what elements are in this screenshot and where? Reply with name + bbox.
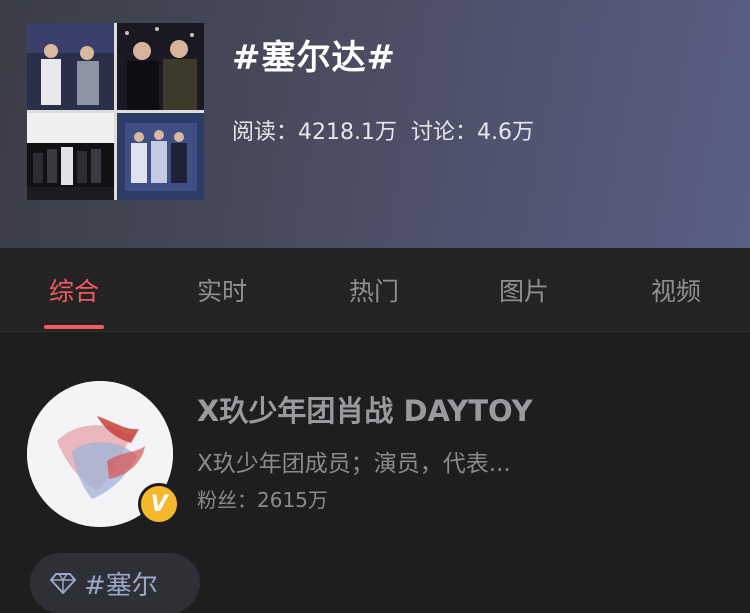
reads-label: 阅读： bbox=[232, 120, 299, 145]
reads-value: 4218.1万 bbox=[298, 120, 397, 145]
diamond-icon bbox=[50, 573, 76, 594]
tab-videos[interactable]: 视频 bbox=[621, 248, 731, 331]
collage-photo-2 bbox=[117, 23, 204, 110]
collage-photo-1 bbox=[27, 23, 114, 110]
tab-realtime[interactable]: 实时 bbox=[167, 248, 277, 331]
user-card[interactable]: V X玖少年团肖战 DAYTOY X玖少年团成员；演员，代表... 粉丝：261… bbox=[0, 332, 750, 613]
user-name[interactable]: X玖少年团肖战 DAYTOY bbox=[197, 388, 533, 430]
topic-stats: 阅读：4218.1万 讨论：4.6万 bbox=[232, 114, 534, 146]
user-bio: X玖少年团成员；演员，代表... bbox=[197, 451, 511, 477]
user-fans: 粉丝：2615万 bbox=[197, 484, 328, 513]
tab-bar: 综合 实时 热门 图片 视频 bbox=[0, 248, 750, 332]
topic-title: #塞尔达# bbox=[232, 38, 396, 78]
topic-chip-label: #塞尔 bbox=[84, 570, 158, 601]
fans-value: 2615万 bbox=[257, 488, 328, 512]
discuss-label: 讨论： bbox=[411, 120, 478, 145]
topic-header: #塞尔达# 阅读：4218.1万 讨论：4.6万 bbox=[0, 0, 750, 248]
topic-image-collage[interactable] bbox=[27, 23, 204, 200]
collage-photo-3 bbox=[27, 113, 114, 200]
active-tab-indicator bbox=[44, 325, 104, 329]
discuss-value: 4.6万 bbox=[477, 120, 535, 145]
tab-images[interactable]: 图片 bbox=[469, 248, 579, 331]
fans-label: 粉丝： bbox=[197, 488, 257, 512]
verified-badge-icon: V bbox=[138, 483, 180, 525]
tab-comprehensive[interactable]: 综合 bbox=[19, 248, 129, 331]
topic-chip[interactable]: #塞尔 bbox=[30, 553, 200, 613]
tab-hot[interactable]: 热门 bbox=[319, 248, 429, 331]
collage-photo-4 bbox=[117, 113, 204, 200]
